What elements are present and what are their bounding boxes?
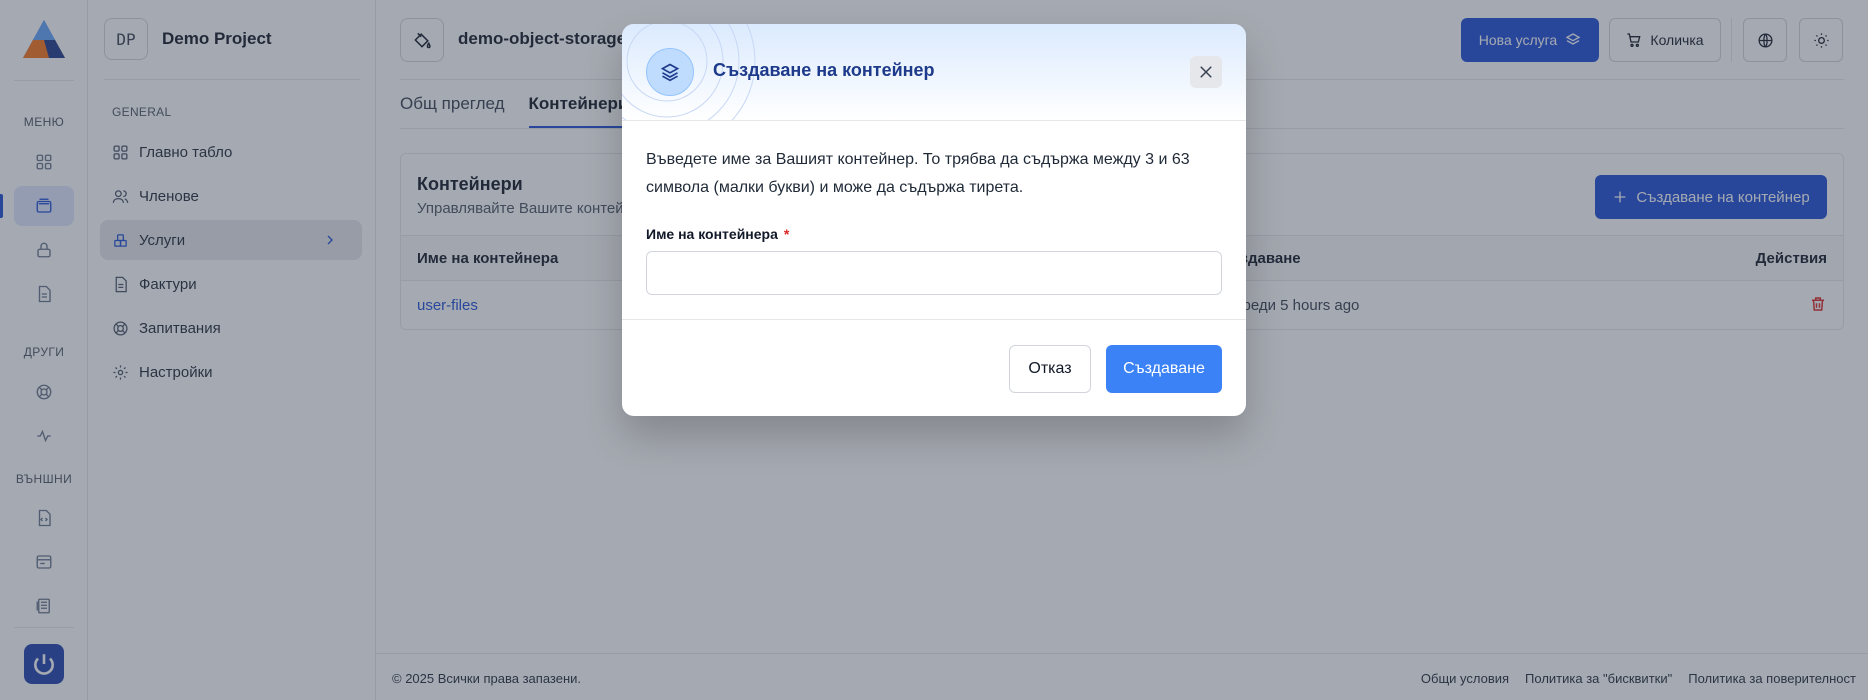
close-button[interactable] bbox=[1190, 56, 1222, 88]
required-mark: * bbox=[783, 226, 790, 242]
submit-button[interactable]: Създаване bbox=[1106, 345, 1222, 393]
container-name-input[interactable] bbox=[646, 251, 1222, 295]
dialog-divider bbox=[622, 319, 1246, 320]
create-container-dialog: Създаване на контейнер Въведете име за В… bbox=[622, 24, 1246, 416]
cancel-button[interactable]: Отказ bbox=[1009, 345, 1091, 393]
dialog-icon bbox=[646, 48, 694, 96]
dialog-title: Създаване на контейнер bbox=[713, 60, 935, 80]
close-icon bbox=[1200, 66, 1212, 78]
field-label-text: Име на контейнера bbox=[646, 226, 778, 242]
layers-icon bbox=[660, 63, 680, 82]
field-label: Име на контейнера * bbox=[646, 226, 789, 242]
dialog-header: Създаване на контейнер bbox=[622, 24, 1246, 121]
dialog-description: Въведете име за Вашият контейнер. То тря… bbox=[646, 151, 1190, 196]
